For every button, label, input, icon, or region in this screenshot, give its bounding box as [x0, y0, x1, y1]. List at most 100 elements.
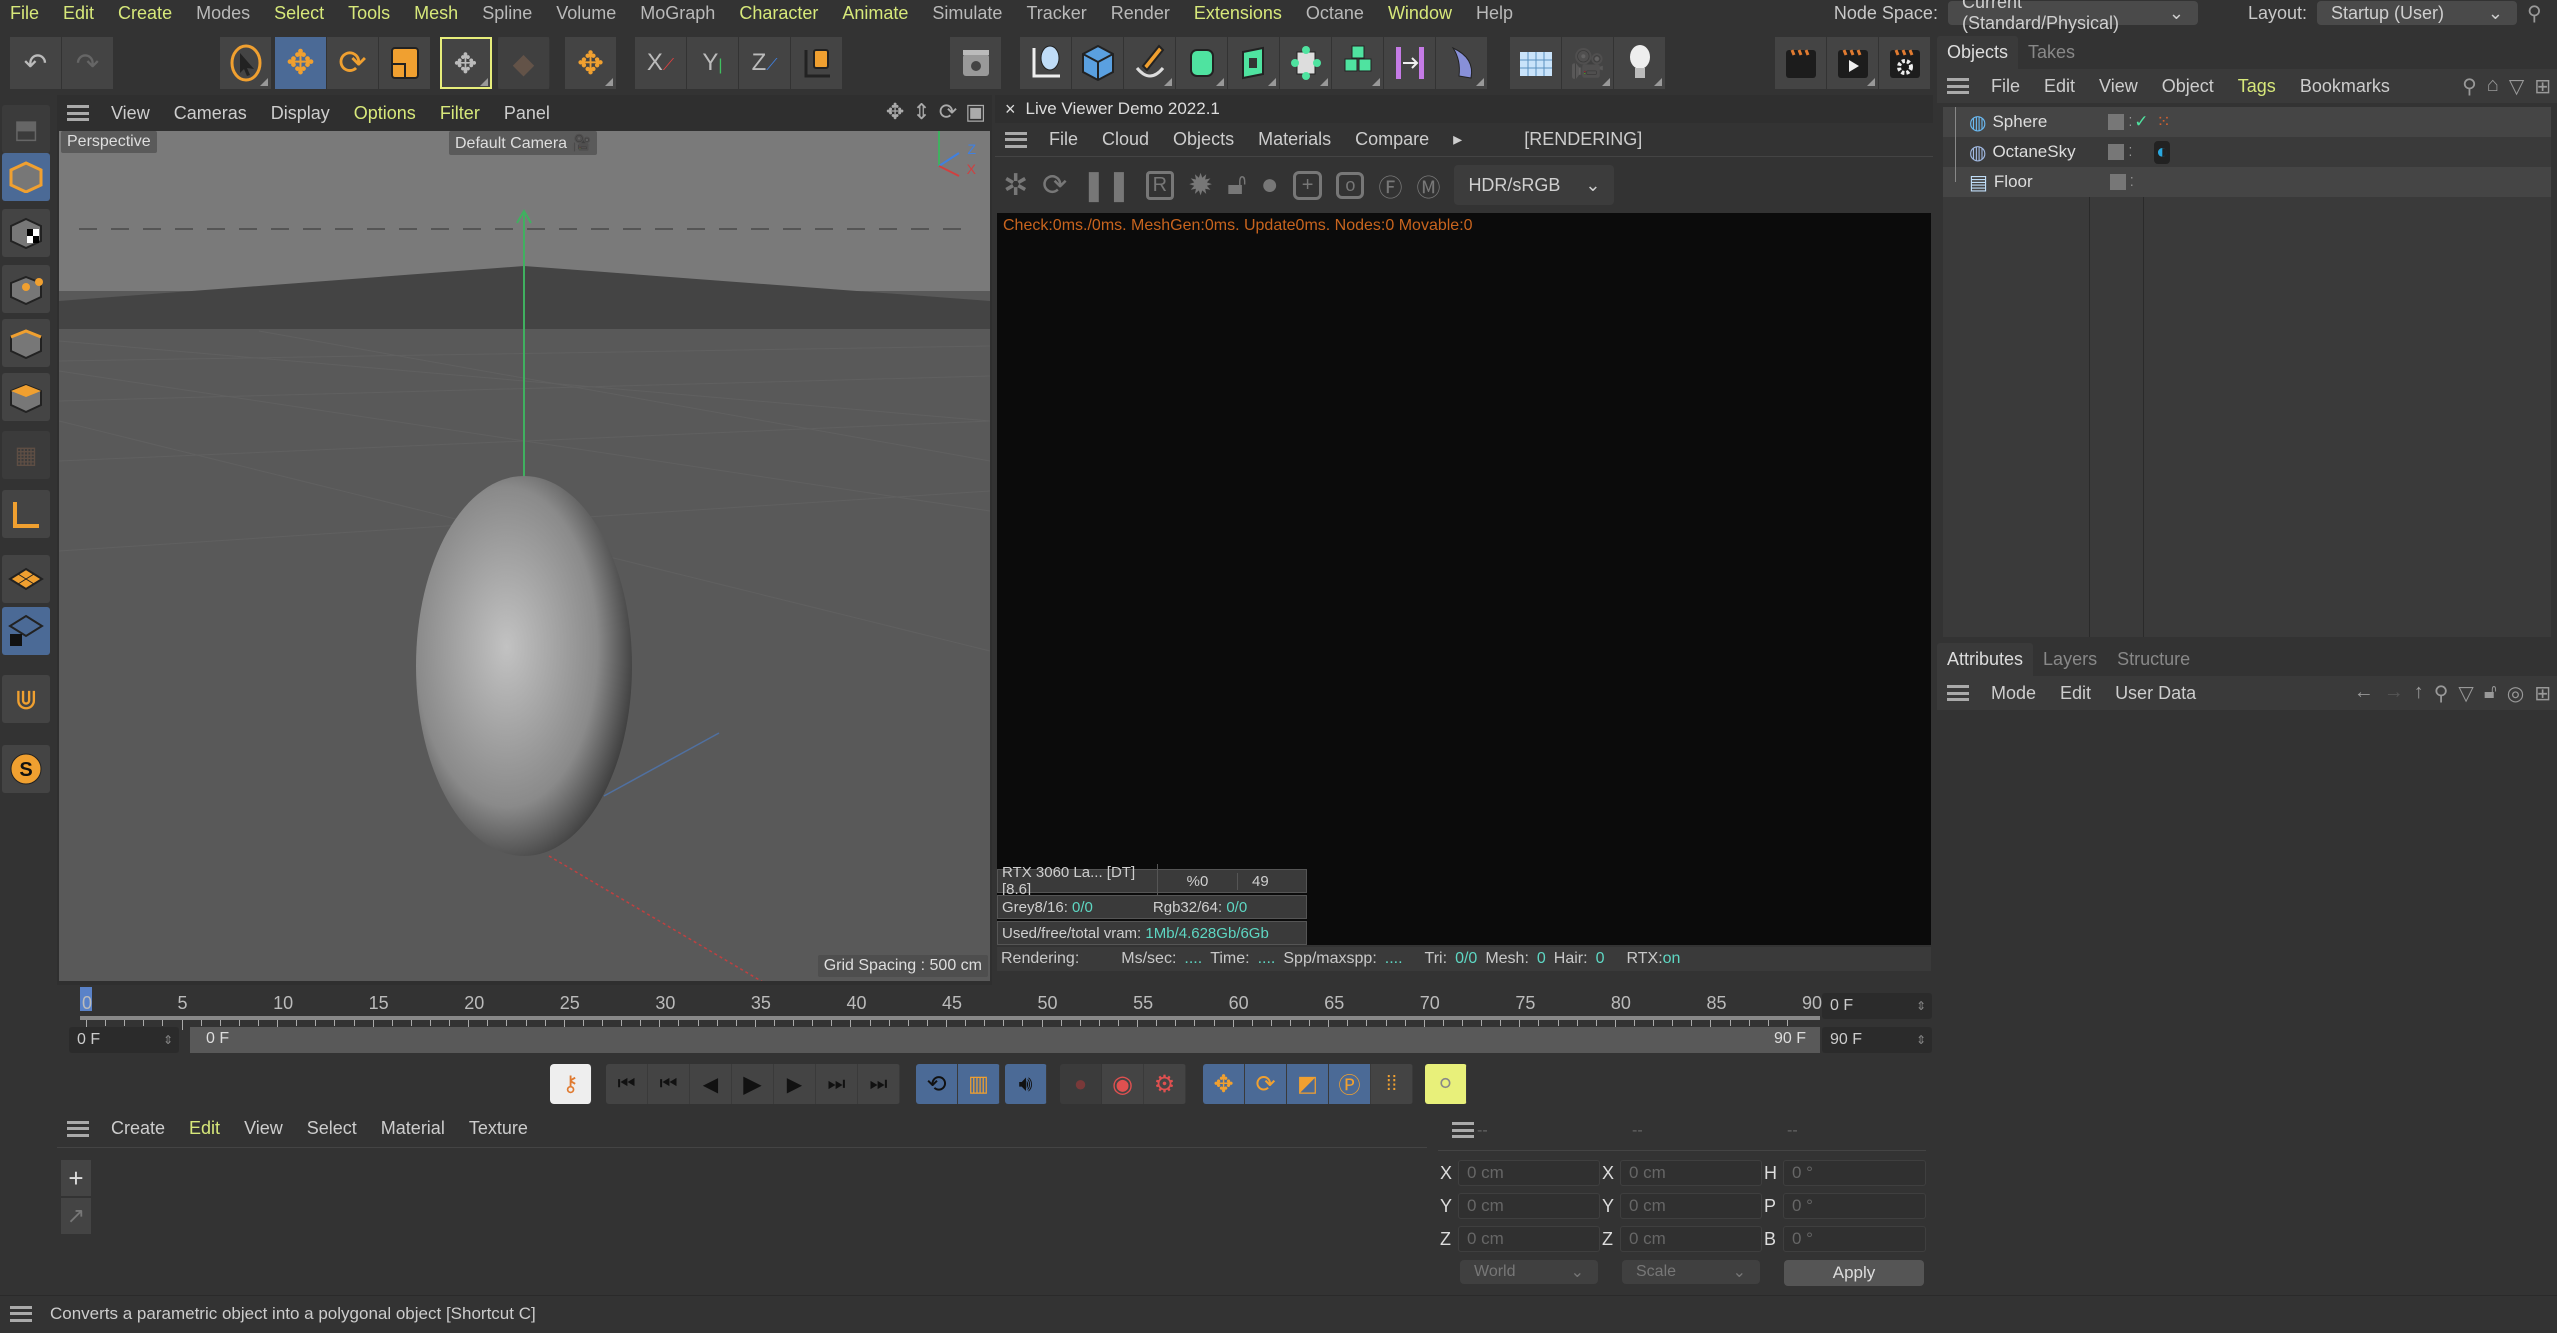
menu-create[interactable]: Create	[108, 3, 186, 24]
new-window-icon[interactable]: ⊞	[2534, 681, 2551, 706]
light-button[interactable]	[1614, 37, 1666, 89]
visibility-dots-icon[interactable]: ⁚	[2128, 145, 2132, 159]
add-region-icon[interactable]: +	[1292, 170, 1323, 200]
preview-range-slider[interactable]: 0 F 90 F	[190, 1027, 1820, 1053]
mat-menu-texture[interactable]: Texture	[457, 1118, 540, 1139]
rot-b-field[interactable]: 0 °	[1783, 1226, 1926, 1252]
uv-mode-button[interactable]: ▦	[2, 431, 50, 479]
stepper-icon[interactable]: ⇕	[1916, 1033, 1926, 1047]
menu-mesh[interactable]: Mesh	[404, 3, 472, 24]
model-mode-button[interactable]	[2, 153, 50, 201]
cloner-button[interactable]	[1280, 37, 1332, 89]
viewport-menu-panel[interactable]: Panel	[492, 103, 562, 124]
menu-tools[interactable]: Tools	[338, 3, 404, 24]
edit-visibility-icon[interactable]	[2109, 174, 2126, 190]
size-x-field[interactable]: 0 cm	[1620, 1160, 1762, 1186]
edges-mode-button[interactable]	[2, 319, 50, 367]
node-space-dropdown[interactable]: Current (Standard/Physical) ⌄	[1947, 0, 2198, 33]
move-tool-button[interactable]: ✥	[275, 37, 327, 89]
field-button[interactable]	[1436, 37, 1488, 89]
key-pla-button[interactable]: ⁞⁞	[1371, 1064, 1413, 1104]
forward-arrow-icon[interactable]: →	[2384, 681, 2404, 706]
key-rotation-button[interactable]: ⟳	[1245, 1064, 1287, 1104]
render-canvas[interactable]: Check:0ms./0ms. MeshGen:0ms. Update0ms. …	[997, 213, 1931, 945]
render-view-button[interactable]	[1775, 37, 1827, 89]
texture-mode-button[interactable]	[2, 209, 50, 257]
filter-icon[interactable]: ▽	[2509, 74, 2524, 99]
autokey-button[interactable]: ●	[1060, 1064, 1102, 1104]
stepper-icon[interactable]: ⇕	[163, 1033, 173, 1047]
attribute-menu-icon[interactable]	[1947, 685, 1969, 701]
axis-mode-button[interactable]	[2, 490, 50, 538]
object-name[interactable]: OctaneSky	[1992, 142, 2102, 162]
filter-icon[interactable]: ▽	[2458, 681, 2473, 706]
null-button[interactable]	[1020, 37, 1072, 89]
key-scale-button[interactable]: ◩	[1287, 1064, 1329, 1104]
viewport-canvas[interactable]: Y Z X Perspective Default Camera 🎥 Grid …	[59, 131, 990, 981]
octane-logo-icon[interactable]: ✲	[1003, 168, 1028, 203]
loop-button[interactable]: ⟲	[916, 1064, 958, 1104]
pos-x-field[interactable]: 0 cm	[1458, 1160, 1600, 1186]
make-editable-button[interactable]	[950, 37, 1002, 89]
obj-menu-object[interactable]: Object	[2150, 76, 2226, 97]
rotate-tool-button[interactable]: ⟳	[327, 37, 379, 89]
motion-clip-button[interactable]: ⚪	[1425, 1064, 1467, 1104]
object-row[interactable]: ▤ Floor ⁚	[1943, 167, 2551, 197]
menu-select[interactable]: Select	[264, 3, 338, 24]
menu-render[interactable]: Render	[1101, 3, 1184, 24]
lv-menu-compare[interactable]: Compare	[1343, 129, 1441, 150]
search-icon[interactable]: ⚲	[2527, 1, 2557, 26]
mat-menu-create[interactable]: Create	[99, 1118, 177, 1139]
viewport-menu-cameras[interactable]: Cameras	[162, 103, 259, 124]
restart-render-icon[interactable]: ⟳	[1042, 168, 1067, 203]
color-space-dropdown[interactable]: HDR/sRGB ⌄	[1454, 165, 1615, 205]
lv-menu-cloud[interactable]: Cloud	[1090, 129, 1161, 150]
tab-attributes[interactable]: Attributes	[1937, 643, 2034, 676]
viewport-menu-options[interactable]: Options	[342, 103, 428, 124]
timeline-ruler[interactable]: 0 5 10 15 20 25 30 35 40 45 50 55 60 65 70 75 80 85 90	[80, 985, 1822, 1036]
deformer-button[interactable]	[1384, 37, 1436, 89]
target-icon[interactable]: ◎	[2507, 681, 2524, 706]
mograph-effector-button[interactable]	[1332, 37, 1384, 89]
go-to-start-button[interactable]: ⏮	[606, 1064, 648, 1104]
material-pin-icon[interactable]: Ⓜ	[1416, 168, 1440, 203]
menu-edit[interactable]: Edit	[53, 3, 108, 24]
lv-menu-file[interactable]: File	[1037, 129, 1090, 150]
coords-menu-icon[interactable]	[1452, 1122, 1474, 1138]
start-frame-field[interactable]: 0 F ⇕	[69, 1027, 179, 1053]
subdivision-button[interactable]	[1176, 37, 1228, 89]
enabled-check-icon[interactable]: ✓	[2134, 112, 2148, 132]
render-to-picture-viewer-button[interactable]	[1827, 37, 1879, 89]
live-viewer-menu-icon[interactable]	[1005, 131, 1027, 148]
attr-menu-mode[interactable]: Mode	[1979, 683, 2048, 704]
material-tag-icon[interactable]: ⁙	[2157, 112, 2171, 132]
edit-visibility-icon[interactable]	[2108, 114, 2125, 130]
lock-icon[interactable]: 🔓︎	[2484, 681, 2497, 706]
floor-button[interactable]	[1510, 37, 1562, 89]
menu-extensions[interactable]: Extensions	[1184, 3, 1296, 24]
rot-p-field[interactable]: 0 °	[1783, 1193, 1926, 1219]
world-coordinates-button[interactable]	[791, 37, 843, 89]
object-name[interactable]: Floor	[1994, 172, 2104, 192]
previous-frame-button[interactable]: ◀	[690, 1064, 732, 1104]
apply-material-button[interactable]: ↗	[61, 1198, 91, 1234]
polygons-mode-button[interactable]	[2, 373, 50, 421]
menu-file[interactable]: File	[0, 3, 53, 24]
solo-button[interactable]: S	[2, 745, 50, 793]
transform-tool-button[interactable]: ✥	[440, 37, 492, 89]
menu-volume[interactable]: Volume	[546, 3, 630, 24]
edit-visibility-icon[interactable]	[2108, 144, 2125, 160]
object-menu-icon[interactable]	[1947, 78, 1969, 94]
size-y-field[interactable]: 0 cm	[1620, 1193, 1762, 1219]
snapping-button[interactable]: ⋓	[2, 675, 50, 723]
menu-octane[interactable]: Octane	[1296, 3, 1378, 24]
rot-h-field[interactable]: 0 °	[1783, 1160, 1926, 1186]
record-key-button[interactable]: ⚷	[550, 1064, 592, 1104]
next-key-button[interactable]: ⏭	[816, 1064, 858, 1104]
key-position-button[interactable]: ✥	[1203, 1064, 1245, 1104]
autokeying-button[interactable]: ◉	[1102, 1064, 1144, 1104]
pen-spline-button[interactable]	[1124, 37, 1176, 89]
preview-range-button[interactable]: ▥	[958, 1064, 1000, 1104]
object-name[interactable]: Sphere	[1992, 112, 2102, 132]
undo-button[interactable]: ↶	[10, 37, 62, 89]
